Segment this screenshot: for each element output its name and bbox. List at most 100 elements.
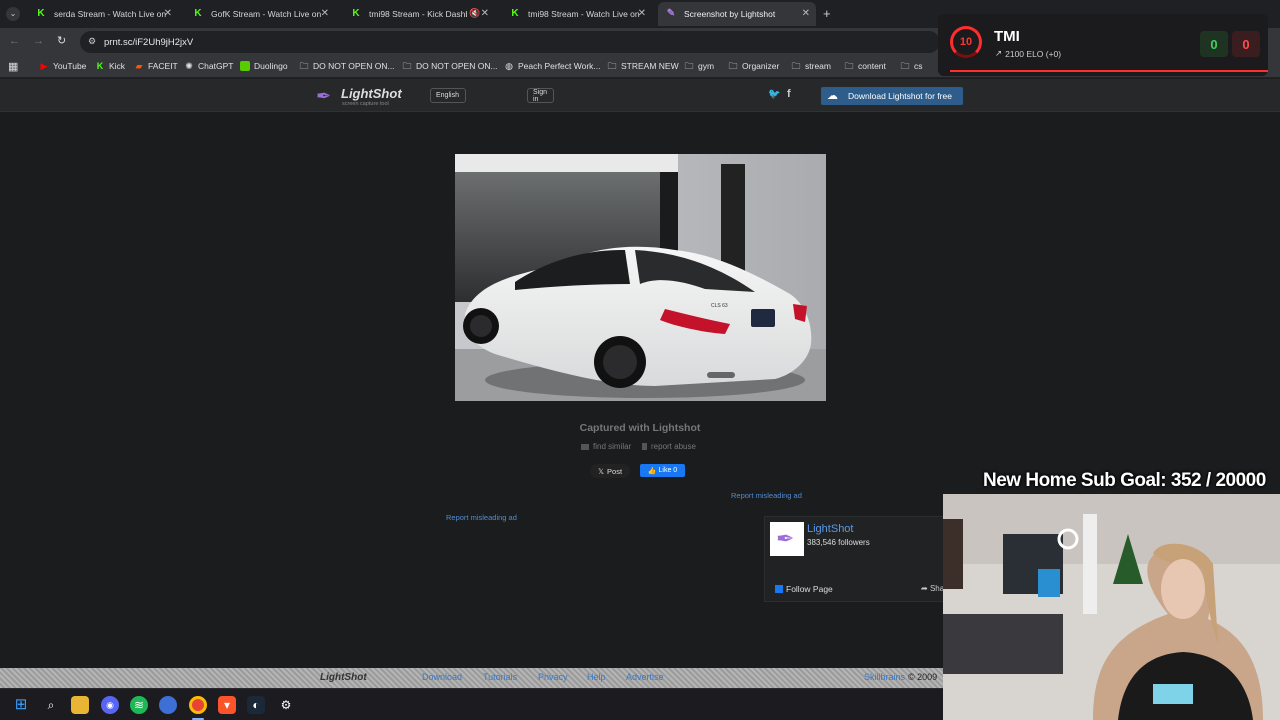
bookmark-folder[interactable]: 🗀 Organizer xyxy=(728,61,779,71)
site-info-icon[interactable]: ⚙ xyxy=(88,36,96,47)
bookmark-folder[interactable]: 🗀 cs xyxy=(900,61,923,71)
steam-icon[interactable]: ◐ xyxy=(247,696,265,714)
bookmark-chatgpt[interactable]: ✺ ChatGPT xyxy=(184,61,233,71)
close-icon[interactable]: ✕ xyxy=(321,8,329,19)
apps-grid-icon[interactable]: ▦ xyxy=(8,60,18,73)
bookmark-label: gym xyxy=(698,61,715,71)
discord-icon[interactable]: ◉ xyxy=(101,696,119,714)
language-label: English xyxy=(436,92,459,99)
bookmark-folder[interactable]: 🗀 stream xyxy=(791,61,831,71)
tab-lightshot[interactable]: ✎ Screenshot by Lightshot ✕ xyxy=(658,2,816,26)
bookmark-label: cs xyxy=(914,61,923,71)
windows-start-icon[interactable]: ⊞ xyxy=(12,696,30,714)
download-lightshot-button[interactable]: ☁ Download Lightshot for free xyxy=(821,87,963,105)
tab-kick-dashboard[interactable]: K tmi98 Stream - Kick Dashbo 🔇 ✕ xyxy=(343,2,495,26)
faceit-overlay: 10 TMI ↗ 2100 ELO (+0) 0 0 xyxy=(938,14,1268,76)
folder-icon: 🗀 xyxy=(402,61,412,71)
twitter-icon[interactable]: 🐦 xyxy=(768,89,780,100)
facebook-page-widget: ✒ LightShot 383,546 followers Follow Pag… xyxy=(764,516,947,602)
bookmark-kick[interactable]: K Kick xyxy=(95,61,125,71)
search-icon[interactable]: ⌕ xyxy=(42,696,60,714)
footer-link-help[interactable]: Help xyxy=(587,672,606,682)
close-icon[interactable]: ✕ xyxy=(802,8,810,19)
report-misleading-ad-link[interactable]: Report misleading ad xyxy=(446,513,517,522)
bookmark-duolingo[interactable]: Duolingo xyxy=(240,61,288,71)
bookmark-folder[interactable]: 🗀 gym xyxy=(684,61,714,71)
wins-value: 0 xyxy=(1210,36,1218,52)
duolingo-icon xyxy=(240,61,250,71)
car-photo: CLS 63 xyxy=(455,154,826,401)
settings-icon[interactable]: ⚙ xyxy=(277,696,295,714)
screenshot-image: CLS 63 xyxy=(455,154,826,401)
skillbrains-link[interactable]: Skillbrains xyxy=(864,672,905,682)
webcam-overlay xyxy=(943,494,1280,720)
file-explorer-icon[interactable] xyxy=(71,696,89,714)
kick-icon: K xyxy=(96,61,104,71)
logo-tagline: screen capture tool xyxy=(342,101,389,107)
report-abuse-link[interactable]: report abuse xyxy=(642,442,696,451)
bookmark-folder[interactable]: 🗀 content xyxy=(844,61,885,71)
signin-button[interactable]: Sign in xyxy=(527,88,554,103)
app-icon[interactable] xyxy=(159,696,177,714)
reload-icon[interactable]: ↻ xyxy=(57,34,66,47)
kick-icon: K xyxy=(511,8,519,19)
footer-link-tutorials[interactable]: Tutorials xyxy=(483,672,517,682)
flag-icon xyxy=(642,443,647,450)
elo-progress-bar xyxy=(950,70,1268,72)
footer-link-advertise[interactable]: Advertise xyxy=(626,672,664,682)
footer-logo[interactable]: LightShot xyxy=(320,672,367,683)
close-icon[interactable]: ✕ xyxy=(164,8,172,19)
x-logo-icon: 𝕏 xyxy=(597,466,605,476)
elo-row: ↗ 2100 ELO (+0) xyxy=(995,48,1061,59)
folder-icon: 🗀 xyxy=(844,61,854,71)
bookmark-folder[interactable]: 🗀 STREAM NEW xyxy=(607,61,678,71)
bookmark-faceit[interactable]: ▰ FACEIT xyxy=(134,61,178,71)
bookmark-label: YouTube xyxy=(53,61,87,71)
feather-icon: ✎ xyxy=(666,8,676,19)
bookmark-peach[interactable]: ◍ Peach Perfect Work... xyxy=(504,61,600,71)
feather-icon: ✒ xyxy=(776,526,795,551)
lightshot-logo[interactable]: ✒ LightShot screen capture tool xyxy=(316,84,408,108)
tab-gofk[interactable]: K GofK Stream - Watch Live on K ✕ xyxy=(185,2,335,26)
address-bar[interactable]: ⚙ prnt.sc/iF2Uh9jH2jxV xyxy=(80,31,940,53)
back-icon[interactable]: ← xyxy=(9,35,20,47)
wins-box: 0 xyxy=(1200,31,1228,57)
language-select[interactable]: English xyxy=(430,88,466,103)
car-badge: CLS 63 xyxy=(711,303,728,309)
facebook-icon[interactable]: f xyxy=(787,88,791,100)
new-tab-button[interactable]: + xyxy=(823,6,831,21)
trend-icon: ↗ xyxy=(995,48,1003,58)
bookmark-label: Kick xyxy=(109,61,126,71)
tab-serda[interactable]: K serda Stream - Watch Live on K ✕ xyxy=(28,2,178,26)
folder-icon: 🗀 xyxy=(728,61,738,71)
kick-icon: K xyxy=(352,8,360,19)
follower-count: 383,546 followers xyxy=(807,538,870,547)
x-post-button[interactable]: 𝕏 Post xyxy=(590,464,630,478)
folder-icon: 🗀 xyxy=(607,61,617,71)
close-icon[interactable]: ✕ xyxy=(481,8,489,19)
chrome-icon[interactable] xyxy=(189,696,207,714)
bookmark-label: FACEIT xyxy=(148,61,178,71)
tab-search-button[interactable]: ⌄ xyxy=(6,7,20,21)
find-similar-link[interactable]: find similar xyxy=(581,442,631,451)
lightshot-page-avatar[interactable]: ✒ xyxy=(770,522,804,556)
report-misleading-ad-link[interactable]: Report misleading ad xyxy=(731,491,802,500)
level-value: 10 xyxy=(959,36,973,48)
follow-page-button[interactable]: Follow Page xyxy=(775,584,833,594)
brave-icon[interactable]: ▾ xyxy=(218,696,236,714)
bookmark-folder[interactable]: 🗀 DO NOT OPEN ON... xyxy=(402,61,497,71)
bookmark-folder[interactable]: 🗀 DO NOT OPEN ON... xyxy=(299,61,394,71)
forward-icon[interactable]: → xyxy=(33,35,44,47)
bookmark-label: ChatGPT xyxy=(198,61,234,71)
post-label: Post xyxy=(607,466,623,476)
footer-link-privacy[interactable]: Privacy xyxy=(538,672,568,682)
page-name[interactable]: LightShot xyxy=(807,523,853,535)
muted-speaker-icon[interactable]: 🔇 xyxy=(469,8,480,19)
footer-link-download[interactable]: Download xyxy=(422,672,462,682)
fb-like-button[interactable]: 👍 Like 0 xyxy=(640,464,685,477)
spotify-icon[interactable]: ≋ xyxy=(130,696,148,714)
kick-icon: K xyxy=(37,8,45,19)
tab-tmi98[interactable]: K tmi98 Stream - Watch Live on K ✕ xyxy=(502,2,652,26)
close-icon[interactable]: ✕ xyxy=(638,8,646,19)
bookmark-youtube[interactable]: ▶ YouTube xyxy=(39,61,87,71)
